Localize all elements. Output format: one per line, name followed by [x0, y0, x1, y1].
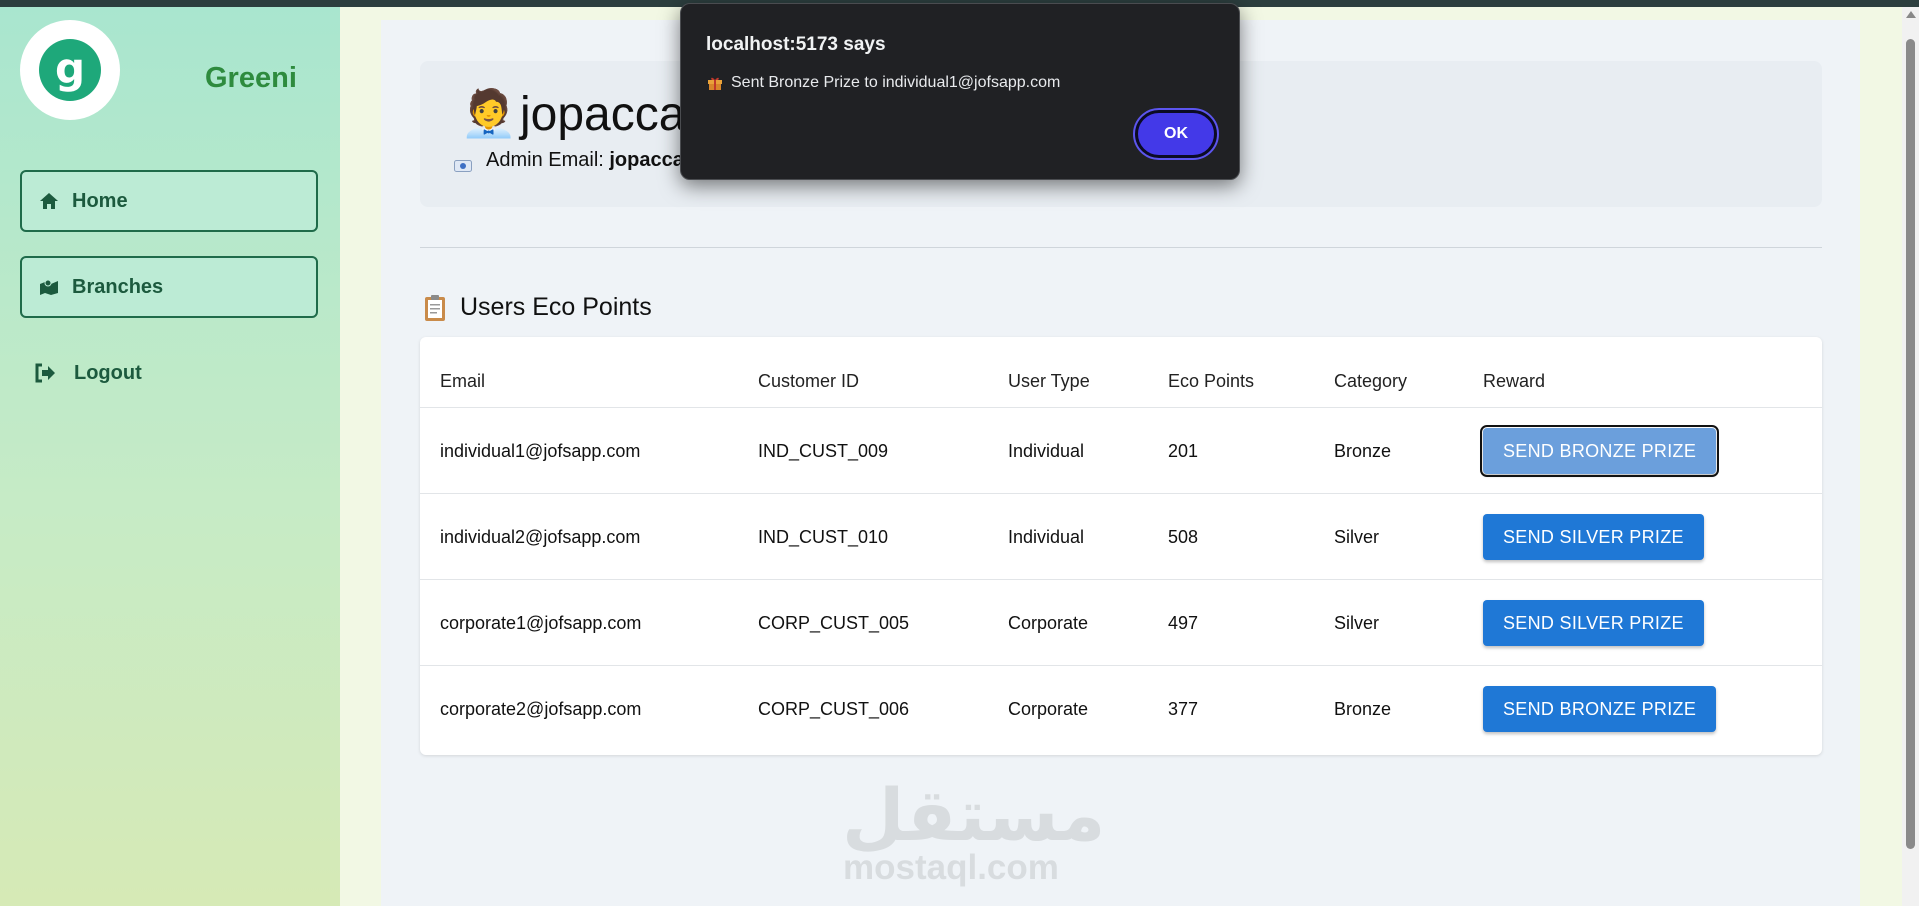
- column-header-customer-id: Customer ID: [758, 371, 860, 391]
- cell-category: Silver: [1334, 527, 1380, 547]
- column-header-user-type: User Type: [1008, 371, 1090, 391]
- id-card-icon: [454, 155, 472, 172]
- cell-customer-id: IND_CUST_010: [758, 527, 889, 547]
- map-icon: [38, 276, 60, 298]
- sidebar-item-branches[interactable]: Branches: [20, 256, 318, 318]
- send-silver-prize-button[interactable]: SEND SILVER PRIZE: [1483, 600, 1704, 646]
- cell-user-type: Corporate: [1008, 699, 1089, 719]
- alert-dialog: localhost:5173 says Sent Bronze Prize to…: [680, 3, 1240, 180]
- cell-eco-points: 201: [1168, 441, 1199, 461]
- vertical-scrollbar[interactable]: [1902, 7, 1919, 906]
- cell-category: Bronze: [1334, 441, 1392, 461]
- cell-eco-points: 377: [1168, 699, 1199, 719]
- logout-label: Logout: [74, 362, 142, 384]
- cell-email: corporate2@jofsapp.com: [440, 699, 642, 719]
- scroll-up-arrow-icon[interactable]: [1906, 11, 1916, 18]
- table-row: corporate2@jofsapp.com CORP_CUST_006 Cor…: [420, 665, 1822, 752]
- dialog-message-text: Sent Bronze Prize to individual1@jofsapp…: [731, 74, 1061, 91]
- column-header-category: Category: [1334, 371, 1408, 391]
- dialog-title: localhost:5173 says: [706, 34, 886, 55]
- clipboard-icon: [424, 294, 446, 322]
- eco-points-table: Email Customer ID User Type Eco Points C…: [420, 337, 1822, 755]
- logo-leaf-icon: g: [39, 39, 101, 101]
- send-bronze-prize-button[interactable]: SEND BRONZE PRIZE: [1479, 425, 1720, 477]
- admin-email-label: Admin Email:: [486, 149, 604, 171]
- admin-email-row: Admin Email: jopacca: [454, 149, 684, 172]
- logout-button[interactable]: Logout: [34, 362, 142, 385]
- cell-customer-id: CORP_CUST_006: [758, 699, 910, 719]
- divider: [420, 247, 1822, 248]
- logo[interactable]: g: [20, 20, 120, 120]
- column-header-eco-points: Eco Points: [1168, 371, 1255, 391]
- cell-user-type: Individual: [1008, 527, 1085, 547]
- scrollbar-thumb[interactable]: [1906, 39, 1915, 849]
- watermark-latin: mostaql.com: [843, 848, 1059, 887]
- send-bronze-prize-button[interactable]: SEND BRONZE PRIZE: [1483, 686, 1717, 732]
- column-header-reward: Reward: [1483, 371, 1546, 391]
- column-header-email: Email: [440, 371, 486, 391]
- cell-email: individual2@jofsapp.com: [440, 527, 641, 547]
- dialog-message: Sent Bronze Prize to individual1@jofsapp…: [707, 74, 1060, 92]
- cell-user-type: Corporate: [1008, 613, 1089, 633]
- sidebar-item-label: Branches: [72, 275, 164, 298]
- cell-eco-points: 497: [1168, 613, 1199, 633]
- table-row: individual2@jofsapp.com IND_CUST_010 Ind…: [420, 493, 1822, 580]
- cell-email: corporate1@jofsapp.com: [440, 613, 642, 633]
- cell-eco-points: 508: [1168, 527, 1199, 547]
- cell-category: Silver: [1334, 613, 1380, 633]
- sidebar: g Greeni Home Branches Logout: [0, 7, 340, 906]
- gift-icon: [707, 75, 723, 91]
- sidebar-item-home[interactable]: Home: [20, 170, 318, 232]
- cell-customer-id: IND_CUST_009: [758, 441, 889, 461]
- brand-name: Greeni: [205, 62, 297, 94]
- section-title: Users Eco Points: [424, 293, 652, 322]
- cell-email: individual1@jofsapp.com: [440, 441, 641, 461]
- home-icon: [38, 190, 60, 212]
- send-silver-prize-button[interactable]: SEND SILVER PRIZE: [1483, 514, 1704, 560]
- admin-email-value: jopacca: [609, 149, 684, 171]
- logout-icon: [34, 363, 58, 385]
- cell-category: Bronze: [1334, 699, 1392, 719]
- cell-customer-id: CORP_CUST_005: [758, 613, 910, 633]
- sidebar-item-label: Home: [72, 189, 128, 212]
- table-row: corporate1@jofsapp.com CORP_CUST_005 Cor…: [420, 579, 1822, 666]
- dialog-ok-button[interactable]: OK: [1133, 108, 1219, 160]
- admin-avatar-icon: 🧑‍💼: [460, 87, 518, 139]
- section-title-text: Users Eco Points: [460, 293, 652, 321]
- cell-user-type: Individual: [1008, 441, 1085, 461]
- table-row: individual1@jofsapp.com IND_CUST_009 Ind…: [420, 407, 1822, 494]
- watermark-arabic: مستقل: [842, 773, 1106, 857]
